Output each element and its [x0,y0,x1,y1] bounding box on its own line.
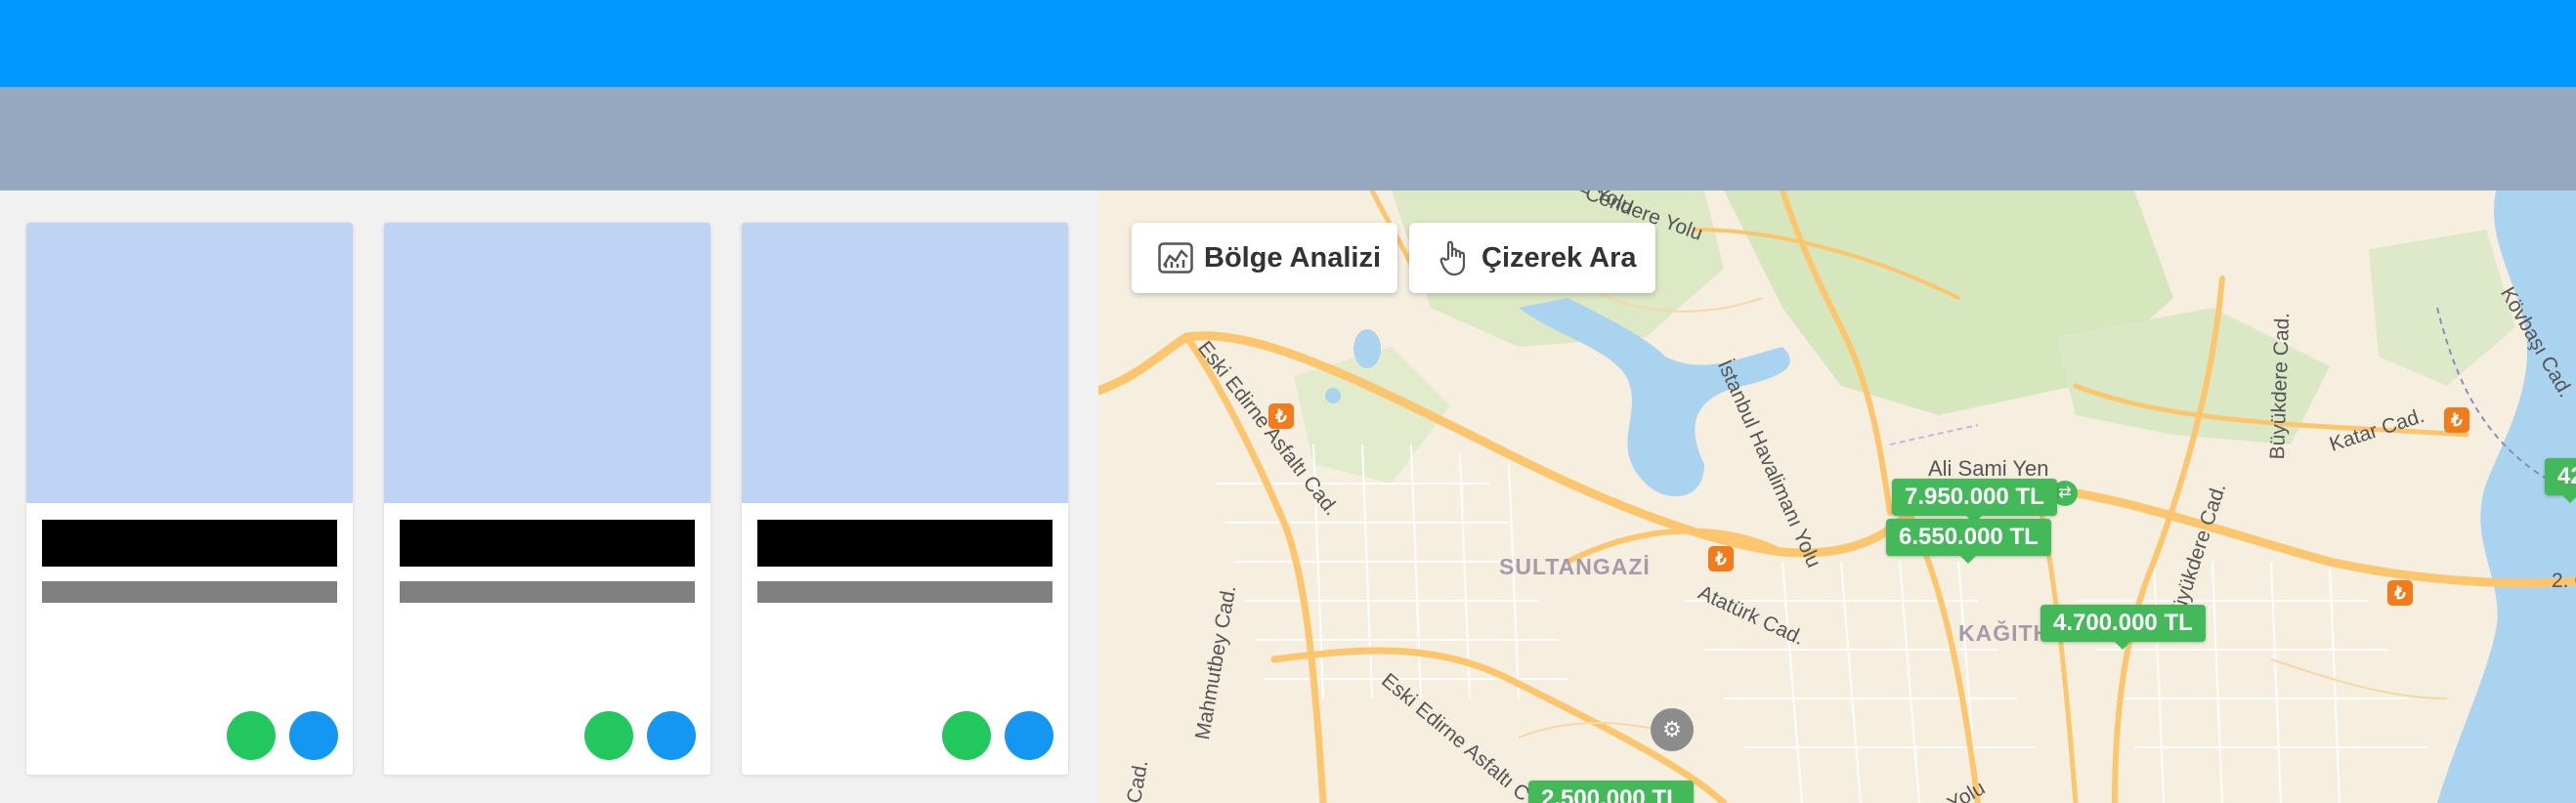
map-view[interactable]: Cendere Yolu İstanbul Havalimanı Yolu Es… [1098,190,2576,803]
fuel-station-icon: ₺ [1708,546,1734,571]
price-marker[interactable]: 6.550.000 TL [1886,519,2051,564]
hand-pointer-icon [1435,239,1472,276]
listing-image-placeholder [26,223,353,503]
listing-subtitle-placeholder [757,581,1052,603]
listing-card[interactable] [26,223,353,775]
listing-title-placeholder [400,520,695,567]
call-button[interactable] [647,711,696,760]
landmark-icon: ⚙ [1651,708,1694,751]
district-label: KAĞITH [1958,620,2051,646]
whatsapp-button[interactable] [942,711,991,760]
listing-subtitle-placeholder [400,581,695,603]
whatsapp-button[interactable] [584,711,633,760]
fuel-station-icon: ₺ [2444,407,2469,433]
call-button[interactable] [1005,711,1053,760]
listing-card[interactable] [742,223,1068,775]
listing-image-placeholder [742,223,1068,503]
call-button[interactable] [289,711,338,760]
district-label: SULTANGAZİ [1499,554,1651,579]
filter-bar [0,87,2576,190]
draw-search-button[interactable]: Çizerek Ara [1409,223,1655,293]
region-analysis-label: Bölge Analizi [1204,241,1381,274]
listing-image-placeholder [384,223,710,503]
draw-search-label: Çizerek Ara [1481,241,1637,274]
chart-icon [1157,239,1194,276]
top-navigation-bar [0,0,2576,87]
whatsapp-button[interactable] [227,711,276,760]
price-marker[interactable]: 4.700.000 TL [2040,605,2206,650]
price-marker[interactable]: 42 [2545,458,2576,503]
region-analysis-button[interactable]: Bölge Analizi [1132,223,1397,293]
price-marker[interactable]: 7.950.000 TL [1892,479,2057,524]
map-label-two: 2. C [2552,570,2576,592]
listing-title-placeholder [42,520,337,567]
listing-card[interactable] [384,223,710,775]
listing-panel [0,190,1098,803]
fuel-station-icon: ₺ [2387,580,2413,606]
listing-title-placeholder [757,520,1052,567]
price-marker[interactable]: 2.500.000 TL [1528,781,1694,803]
listing-subtitle-placeholder [42,581,337,603]
fuel-station-icon: ₺ [1268,403,1294,429]
